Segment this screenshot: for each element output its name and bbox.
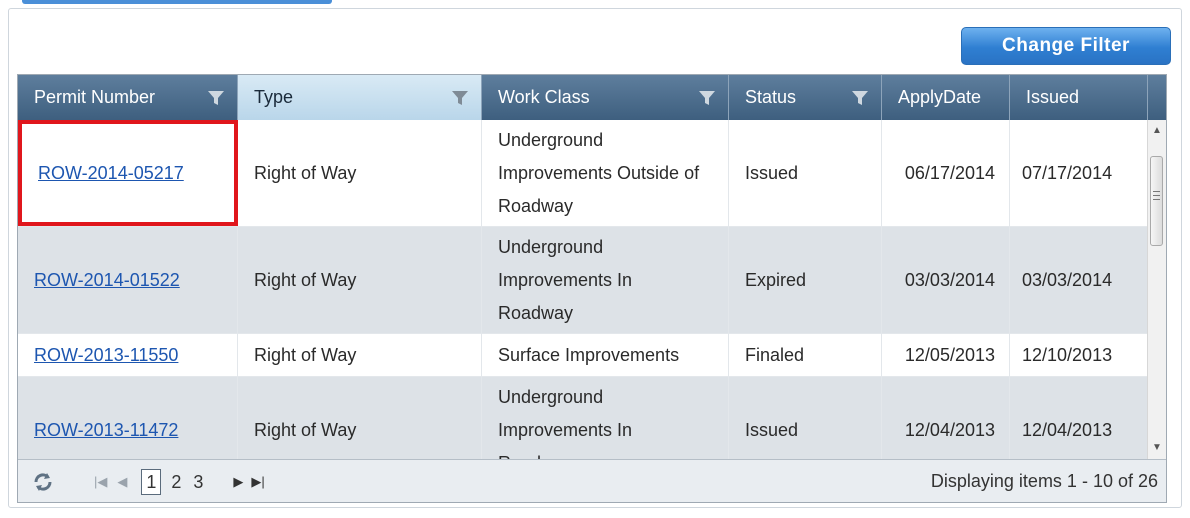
- funnel-icon[interactable]: [698, 89, 716, 107]
- scroll-thumb[interactable]: [1150, 156, 1163, 246]
- column-header-status[interactable]: Status: [729, 75, 882, 120]
- last-page-icon[interactable]: ▶|: [251, 474, 264, 490]
- funnel-icon[interactable]: [451, 89, 469, 107]
- table-cell-work-class: Surface Improvements: [482, 334, 729, 376]
- table-cell-work-class: Underground Improvements Outside of Road…: [482, 120, 729, 226]
- permit-link[interactable]: ROW-2013-11472: [34, 414, 178, 447]
- table-cell-issued: 03/03/2014: [1010, 227, 1148, 333]
- table-row: ROW-2013-11472 Right of Way Underground …: [18, 377, 1148, 459]
- table-row: ROW-2014-01522 Right of Way Underground …: [18, 227, 1148, 334]
- funnel-icon[interactable]: [207, 89, 225, 107]
- page-number[interactable]: 3: [189, 470, 207, 494]
- refresh-icon[interactable]: [32, 471, 54, 493]
- table-cell-permit: ROW-2014-01522: [18, 227, 238, 333]
- table-row: ROW-2013-11550 Right of Way Surface Impr…: [18, 334, 1148, 377]
- scroll-down-icon[interactable]: ▼: [1152, 443, 1162, 453]
- table-cell-permit: ROW-2014-05217: [18, 120, 238, 226]
- table-cell-status: Issued: [729, 120, 882, 226]
- column-header-issued[interactable]: Issued: [1010, 75, 1148, 120]
- active-tab-indicator: [22, 0, 332, 4]
- pager-status-text: Displaying items 1 - 10 of 26: [930, 471, 1158, 491]
- permit-link[interactable]: ROW-2014-05217: [38, 157, 184, 190]
- column-header-label: Type: [254, 87, 294, 107]
- column-header-apply-date[interactable]: ApplyDate: [882, 75, 1010, 120]
- column-header-label: Issued: [1026, 87, 1080, 107]
- column-header-label: Permit Number: [34, 87, 156, 107]
- column-header-label: Work Class: [498, 87, 590, 107]
- table-cell-status: Issued: [729, 377, 882, 459]
- permit-link[interactable]: ROW-2014-01522: [34, 264, 180, 297]
- table-cell-work-class: Underground Improvements In Roadway: [482, 377, 729, 459]
- table-cell-type: Right of Way: [238, 227, 482, 333]
- grip-icon: [1153, 195, 1160, 196]
- first-page-icon[interactable]: |◀: [94, 474, 107, 490]
- change-filter-button[interactable]: Change Filter: [961, 27, 1171, 65]
- table-cell-work-class: Underground Improvements In Roadway: [482, 227, 729, 333]
- table-cell-issued: 12/10/2013: [1010, 334, 1148, 376]
- column-header-permit-number[interactable]: Permit Number: [18, 75, 238, 120]
- vertical-scrollbar[interactable]: ▲ ▼: [1147, 120, 1166, 459]
- funnel-icon[interactable]: [851, 89, 869, 107]
- table-cell-issued: 12/04/2013: [1010, 377, 1148, 459]
- permit-link[interactable]: ROW-2013-11550: [34, 339, 178, 372]
- grid-body: ROW-2014-05217 Right of Way Underground …: [18, 120, 1148, 459]
- table-cell-type: Right of Way: [238, 120, 482, 226]
- previous-page-icon[interactable]: ◀: [117, 474, 127, 490]
- page-number[interactable]: 2: [167, 470, 185, 494]
- table-cell-apply-date: 03/03/2014: [882, 227, 1010, 333]
- column-header-type[interactable]: Type: [238, 75, 482, 120]
- table-cell-type: Right of Way: [238, 334, 482, 376]
- table-cell-type: Right of Way: [238, 377, 482, 459]
- column-header-work-class[interactable]: Work Class: [482, 75, 729, 120]
- table-row: ROW-2014-05217 Right of Way Underground …: [18, 120, 1148, 227]
- table-cell-permit: ROW-2013-11550: [18, 334, 238, 376]
- column-header-label: Status: [745, 87, 797, 107]
- table-cell-permit: ROW-2013-11472: [18, 377, 238, 459]
- table-cell-apply-date: 06/17/2014: [882, 120, 1010, 226]
- next-page-icon[interactable]: ▶: [233, 474, 243, 490]
- column-header-label: ApplyDate: [898, 87, 982, 107]
- table-cell-apply-date: 12/05/2013: [882, 334, 1010, 376]
- page-number-current[interactable]: 1: [141, 468, 162, 495]
- table-cell-apply-date: 12/04/2013: [882, 377, 1010, 459]
- grid-header: Permit Number Type Work Class Status App…: [18, 75, 1166, 120]
- table-cell-status: Finaled: [729, 334, 882, 376]
- table-cell-issued: 07/17/2014: [1010, 120, 1148, 226]
- scroll-up-icon[interactable]: ▲: [1152, 126, 1162, 136]
- table-cell-status: Expired: [729, 227, 882, 333]
- permits-grid: Permit Number Type Work Class Status App…: [17, 74, 1167, 503]
- pager: |◀ ◀ 1 2 3 ▶ ▶| Displaying items 1 - 10 …: [18, 459, 1166, 502]
- permits-panel: Change Filter Permit Number Type Work Cl…: [8, 8, 1182, 508]
